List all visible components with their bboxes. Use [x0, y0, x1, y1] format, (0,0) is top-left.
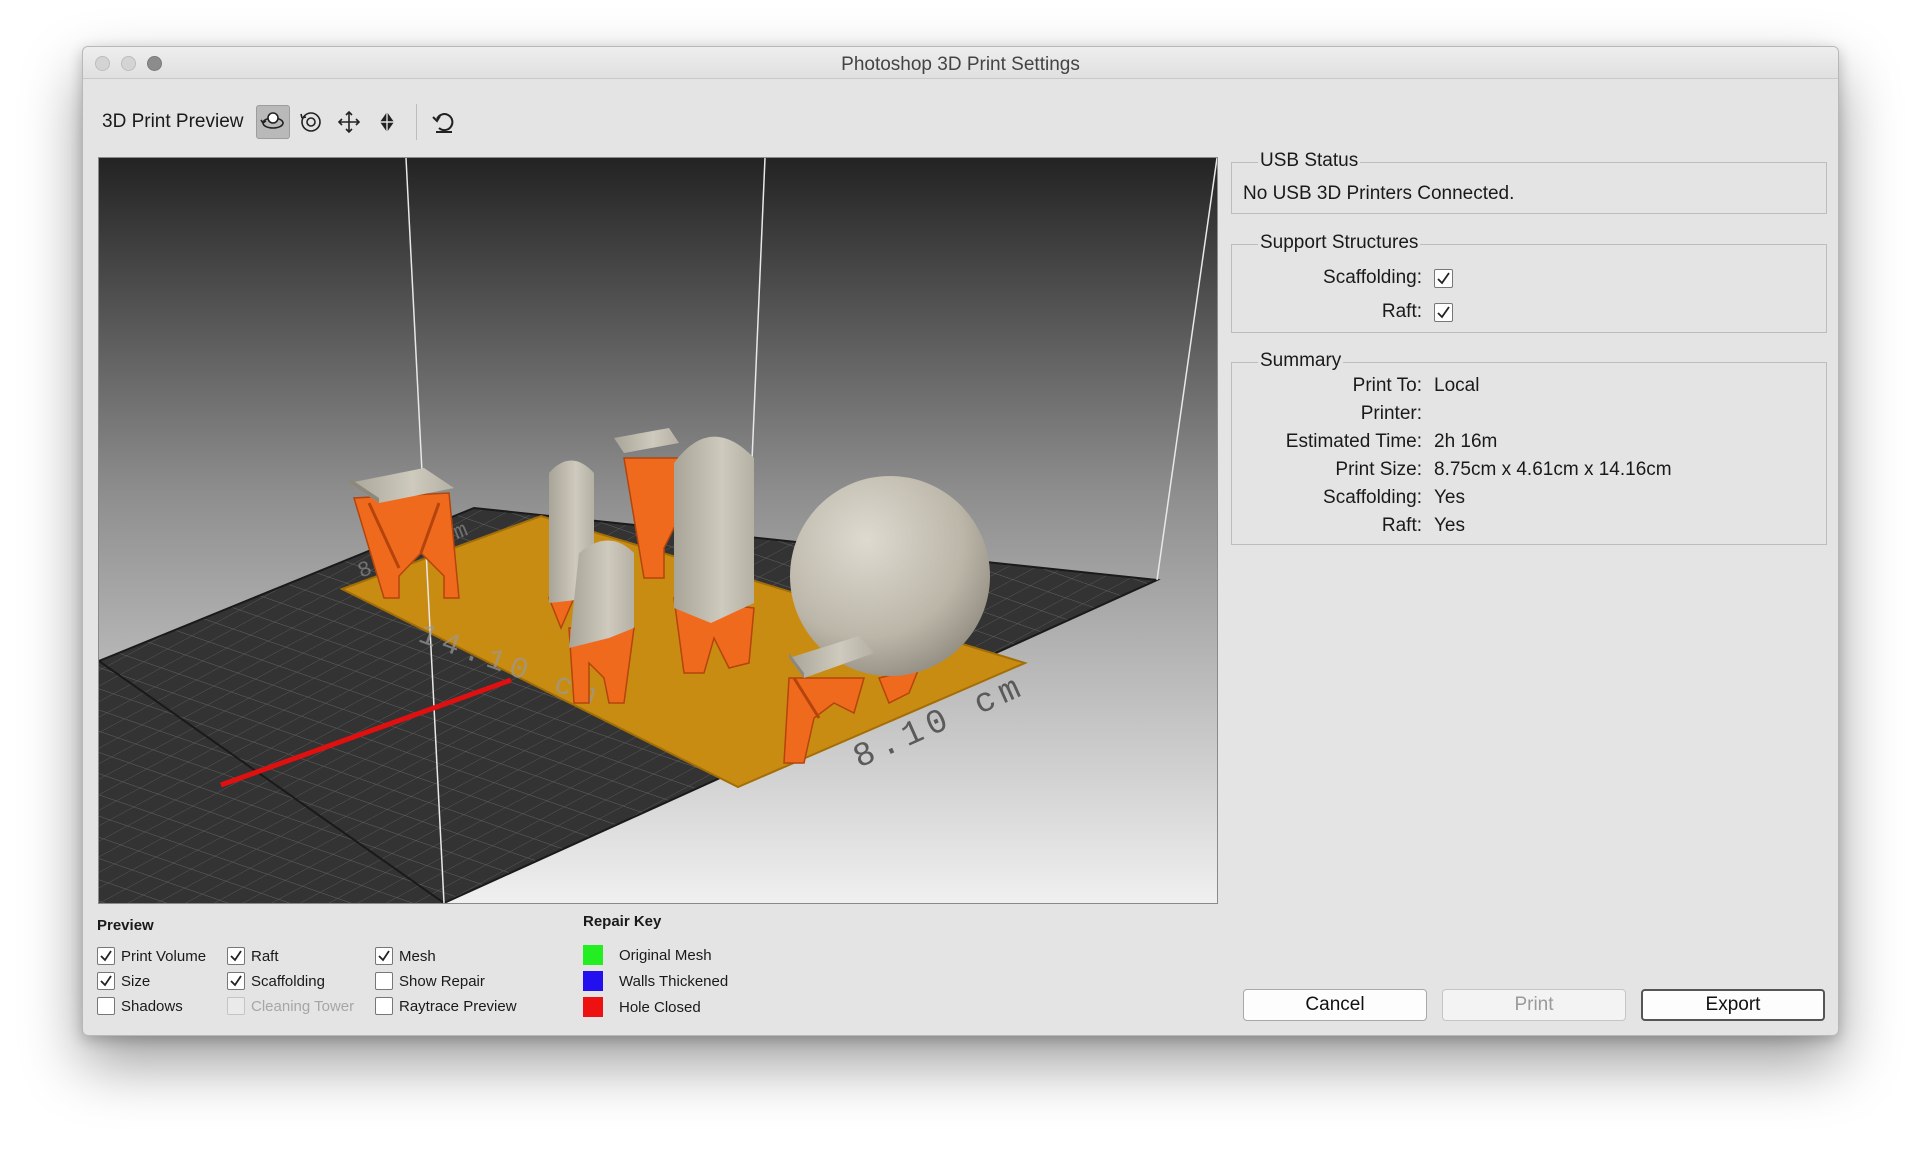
- cleaning-tower-option: Cleaning Tower: [227, 997, 354, 1015]
- summary-label: Estimated Time:: [1285, 431, 1422, 452]
- show-repair-label: Show Repair: [399, 972, 485, 990]
- summary-value: Yes: [1434, 515, 1465, 536]
- support-structures-group: Support Structures Scaffolding: Raft:: [1231, 232, 1827, 333]
- reset-view-icon: [431, 113, 453, 133]
- window-title: Photoshop 3D Print Settings: [841, 54, 1080, 75]
- print-volume-checkbox[interactable]: [97, 947, 115, 965]
- repair-key-label: Hole Closed: [619, 998, 701, 1016]
- usb-status-group: USB Status No USB 3D Printers Connected.: [1231, 150, 1827, 214]
- orbit-3d-icon: [259, 112, 284, 129]
- preview-toolbar: 3D Print Preview: [102, 102, 465, 142]
- summary-row: Raft: Yes: [1232, 515, 1465, 537]
- size-checkbox[interactable]: [97, 972, 115, 990]
- scaffolding-support-checkbox[interactable]: [1434, 268, 1453, 288]
- scaffolding-preview-checkbox[interactable]: [227, 972, 245, 990]
- repair-key-title: Repair Key: [583, 913, 662, 930]
- scaffolding-preview-option[interactable]: Scaffolding: [227, 972, 325, 990]
- size-option[interactable]: Size: [97, 972, 150, 990]
- summary-value: 2h 16m: [1434, 431, 1498, 452]
- raft-preview-option[interactable]: Raft: [227, 947, 279, 965]
- mesh-label: Mesh: [399, 947, 436, 965]
- checkmark-icon: [100, 975, 112, 987]
- reset-view-button[interactable]: [427, 105, 461, 139]
- print-settings-window: Photoshop 3D Print Settings 3D Print Pre…: [82, 46, 1839, 1036]
- roll-3d-icon: [299, 112, 321, 132]
- summary-label: Printer:: [1360, 403, 1422, 424]
- 3d-preview-viewport[interactable]: 8.10 cm 14.10 cm 8.10 cm: [98, 157, 1218, 904]
- cleaning-tower-label: Cleaning Tower: [251, 997, 355, 1015]
- cancel-button[interactable]: Cancel: [1243, 989, 1427, 1021]
- show-repair-option[interactable]: Show Repair: [375, 972, 485, 990]
- checkmark-icon: [230, 975, 242, 987]
- toolbar-label: 3D Print Preview: [102, 111, 244, 132]
- slide-3d-button[interactable]: [370, 105, 404, 139]
- orbit-3d-button[interactable]: [255, 105, 290, 139]
- raytrace-preview-checkbox[interactable]: [375, 997, 393, 1015]
- support-structures-title: Support Structures: [1258, 232, 1421, 254]
- raft-support-label: Raft:: [1381, 301, 1422, 322]
- raft-preview-checkbox[interactable]: [227, 947, 245, 965]
- checkmark-icon: [378, 950, 390, 962]
- title-bar: Photoshop 3D Print Settings: [83, 47, 1838, 79]
- raft-preview-label: Raft: [251, 947, 279, 965]
- summary-title: Summary: [1258, 350, 1344, 372]
- repair-key-label: Walls Thickened: [619, 972, 729, 990]
- repair-key-item: Walls Thickened: [583, 971, 728, 991]
- summary-value: Yes: [1434, 487, 1465, 508]
- summary-row: Printer:: [1232, 403, 1434, 425]
- export-button[interactable]: Export: [1641, 989, 1825, 1021]
- preview-section-title: Preview: [97, 917, 154, 934]
- slide-3d-icon: [376, 112, 397, 132]
- repair-key-item: Original Mesh: [583, 945, 712, 965]
- raft-support-row: Raft:: [1232, 301, 1453, 323]
- size-label: Size: [121, 972, 151, 990]
- raytrace-preview-option[interactable]: Raytrace Preview: [375, 997, 517, 1015]
- show-repair-checkbox[interactable]: [375, 972, 393, 990]
- mesh-option[interactable]: Mesh: [375, 947, 436, 965]
- raytrace-preview-label: Raytrace Preview: [399, 997, 517, 1015]
- checkmark-icon: [230, 950, 242, 962]
- checkmark-icon: [1437, 271, 1450, 284]
- usb-status-title: USB Status: [1258, 150, 1361, 172]
- hole-closed-swatch: [583, 997, 603, 1017]
- raft-support-checkbox[interactable]: [1434, 302, 1453, 322]
- print-volume-label: Print Volume: [121, 947, 207, 965]
- summary-value: Local: [1434, 375, 1480, 396]
- summary-label: Print To:: [1352, 375, 1422, 396]
- shadows-option[interactable]: Shadows: [97, 997, 183, 1015]
- model-large-tombstone: [673, 436, 755, 674]
- pan-3d-button[interactable]: [332, 105, 366, 139]
- original-mesh-swatch: [583, 945, 603, 965]
- summary-label: Print Size:: [1335, 459, 1422, 480]
- shadows-checkbox[interactable]: [97, 997, 115, 1015]
- usb-status-text: No USB 3D Printers Connected.: [1243, 183, 1515, 204]
- toolbar-separator: [415, 104, 417, 140]
- scaffolding-support-row: Scaffolding:: [1232, 267, 1453, 289]
- shadows-label: Shadows: [121, 997, 183, 1015]
- scaffolding-support-label: Scaffolding:: [1323, 267, 1422, 288]
- summary-row: Print Size: 8.75cm x 4.61cm x 14.16cm: [1232, 459, 1672, 481]
- summary-value: 8.75cm x 4.61cm x 14.16cm: [1434, 459, 1672, 480]
- walls-thickened-swatch: [583, 971, 603, 991]
- mesh-checkbox[interactable]: [375, 947, 393, 965]
- summary-row: Estimated Time: 2h 16m: [1232, 431, 1498, 453]
- pan-3d-icon: [337, 110, 360, 134]
- checkmark-icon: [100, 950, 112, 962]
- summary-row: Print To: Local: [1232, 375, 1480, 397]
- cleaning-tower-checkbox: [227, 997, 245, 1015]
- repair-key-item: Hole Closed: [583, 997, 701, 1017]
- print-volume-option[interactable]: Print Volume: [97, 947, 206, 965]
- summary-label: Scaffolding:: [1323, 487, 1422, 508]
- checkmark-icon: [1437, 305, 1450, 318]
- repair-key-label: Original Mesh: [619, 946, 712, 964]
- summary-group: Summary Print To: Local Printer: Estimat…: [1231, 350, 1827, 545]
- summary-row: Scaffolding: Yes: [1232, 487, 1465, 509]
- scaffolding-preview-label: Scaffolding: [251, 972, 325, 990]
- summary-label: Raft:: [1381, 515, 1422, 536]
- print-button: Print: [1442, 989, 1626, 1021]
- roll-3d-button[interactable]: [294, 105, 328, 139]
